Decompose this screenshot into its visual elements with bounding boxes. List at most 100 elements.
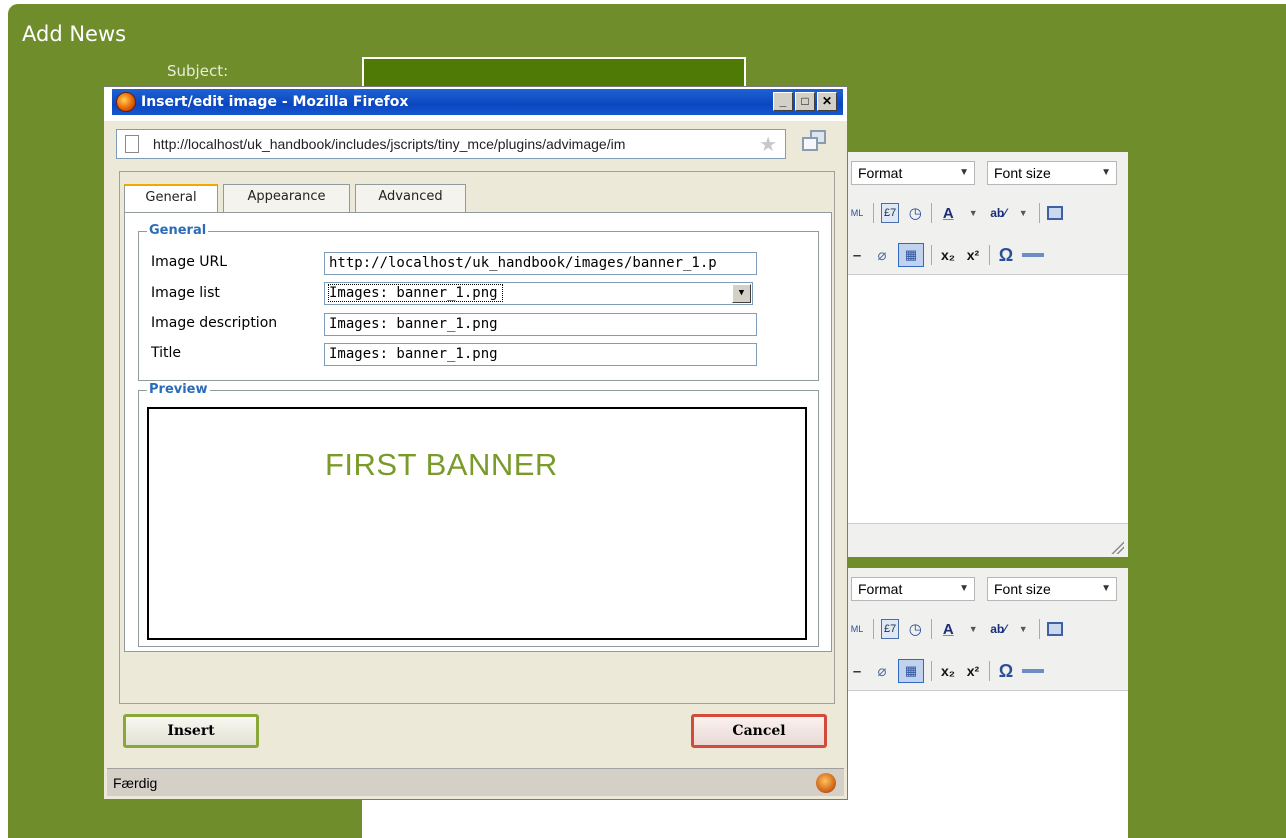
maximize-button[interactable]: □ xyxy=(795,92,815,111)
firebug-icon[interactable] xyxy=(816,773,836,793)
minimize-button[interactable]: _ xyxy=(773,92,793,111)
subject-input[interactable] xyxy=(362,57,746,89)
chevron-down-icon[interactable]: ▼ xyxy=(1014,619,1032,639)
superscript-icon[interactable]: x² xyxy=(964,661,982,681)
resize-grip-icon[interactable] xyxy=(1110,540,1124,554)
forecolor-icon[interactable]: A xyxy=(939,203,957,223)
browser-statusbar: Færdig xyxy=(107,768,844,796)
insert-button[interactable]: Insert xyxy=(123,714,259,748)
window-title: Insert/edit image - Mozilla Firefox xyxy=(141,94,409,110)
image-description-input[interactable]: Images: banner_1.png xyxy=(324,313,757,336)
cleanup-icon[interactable]: ⌀ xyxy=(873,661,891,681)
title-label: Title xyxy=(151,345,182,361)
general-panel: General Image URL http://localhost/uk_ha… xyxy=(124,212,832,652)
page-icon xyxy=(125,135,139,153)
html-icon[interactable]: ML xyxy=(848,619,866,639)
insert-date-icon[interactable]: £7 xyxy=(881,203,900,223)
fontsize-select-label: Font size xyxy=(994,581,1051,597)
superscript-icon[interactable]: x² xyxy=(964,245,982,265)
chevron-down-icon[interactable]: ▼ xyxy=(964,619,982,639)
url-text: http://localhost/uk_handbook/includes/js… xyxy=(153,136,626,152)
status-text: Færdig xyxy=(113,775,158,791)
toolbar-separator xyxy=(873,203,874,223)
title-input[interactable]: Images: banner_1.png xyxy=(324,343,757,366)
toolbar-separator xyxy=(931,661,932,681)
bookmark-star-icon[interactable]: ★ xyxy=(759,132,777,157)
chevron-down-icon[interactable]: ▼ xyxy=(732,284,751,303)
backcolor-icon[interactable]: ab⁄ xyxy=(989,619,1007,639)
chevron-down-icon: ▼ xyxy=(1101,583,1111,594)
image-list-label: Image list xyxy=(151,285,220,301)
subscript-icon[interactable]: x₂ xyxy=(939,245,957,265)
insert-time-icon[interactable]: ◷ xyxy=(906,203,924,223)
fullscreen-icon[interactable] xyxy=(1047,206,1064,220)
chevron-down-icon[interactable]: ▼ xyxy=(1014,203,1032,223)
close-button[interactable]: ✕ xyxy=(817,92,837,111)
window-front-icon xyxy=(802,137,818,151)
format-select[interactable]: Format ▼ xyxy=(851,161,975,185)
location-bar: http://localhost/uk_handbook/includes/js… xyxy=(112,121,839,161)
format-select[interactable]: Format ▼ xyxy=(851,577,975,601)
insert-time-icon[interactable]: ◷ xyxy=(906,619,924,639)
page-title: Add News xyxy=(22,22,127,46)
tab-advanced[interactable]: Advanced xyxy=(355,184,466,212)
toolbar-separator xyxy=(931,245,932,265)
charmap-icon[interactable]: Ω xyxy=(997,661,1015,681)
insert-image-popup-window: Insert/edit image - Mozilla Firefox _ □ … xyxy=(103,86,848,800)
image-preview: FIRST BANNER xyxy=(147,407,807,640)
toolbar-separator xyxy=(989,245,990,265)
table-icon[interactable]: ▦ xyxy=(898,659,924,683)
toolbar-separator xyxy=(1039,619,1041,639)
open-in-window-icon[interactable] xyxy=(802,130,826,152)
general-legend: General xyxy=(147,223,209,238)
dialog-content: General Appearance Advanced General Imag… xyxy=(119,171,835,704)
tab-appearance[interactable]: Appearance xyxy=(223,184,350,212)
chevron-down-icon[interactable]: ▼ xyxy=(964,203,982,223)
general-fieldset: General Image URL http://localhost/uk_ha… xyxy=(138,223,819,381)
image-url-label: Image URL xyxy=(151,254,228,270)
preview-legend: Preview xyxy=(147,382,210,397)
hr-icon[interactable] xyxy=(1022,253,1044,257)
image-list-value: Images: banner_1.png xyxy=(328,284,503,302)
url-field[interactable]: http://localhost/uk_handbook/includes/js… xyxy=(116,129,786,159)
dash-icon: – xyxy=(852,662,862,680)
subscript-icon[interactable]: x₂ xyxy=(939,661,957,681)
toolbar-separator xyxy=(1039,203,1041,223)
html-icon[interactable]: ML xyxy=(848,203,866,223)
image-description-label: Image description xyxy=(151,315,278,331)
window-titlebar[interactable]: Insert/edit image - Mozilla Firefox _ □ … xyxy=(104,87,847,121)
format-select-label: Format xyxy=(858,165,903,181)
window-controls: _ □ ✕ xyxy=(773,92,837,111)
backcolor-icon[interactable]: ab⁄ xyxy=(989,203,1007,223)
fontsize-select[interactable]: Font size ▼ xyxy=(987,161,1117,185)
subject-label: Subject: xyxy=(167,62,229,80)
tab-general[interactable]: General xyxy=(124,184,218,214)
banner-image-text: FIRST BANNER xyxy=(325,447,558,482)
toolbar-row-2: – ⌀ ▦ x₂ x² Ω xyxy=(848,242,1044,268)
toolbar-row-2: – ⌀ ▦ x₂ x² Ω xyxy=(848,658,1044,684)
chevron-down-icon: ▼ xyxy=(959,167,969,178)
table-icon[interactable]: ▦ xyxy=(898,243,924,267)
dash-icon: – xyxy=(852,246,862,264)
preview-fieldset: Preview FIRST BANNER xyxy=(138,382,819,647)
fullscreen-icon[interactable] xyxy=(1047,622,1064,636)
toolbar-separator xyxy=(873,619,874,639)
hr-icon[interactable] xyxy=(1022,669,1044,673)
cancel-button[interactable]: Cancel xyxy=(691,714,827,748)
chevron-down-icon: ▼ xyxy=(959,583,969,594)
fontsize-select[interactable]: Font size ▼ xyxy=(987,577,1117,601)
format-select-label: Format xyxy=(858,581,903,597)
image-list-select[interactable]: Images: banner_1.png ▼ xyxy=(324,282,753,305)
insert-date-icon[interactable]: £7 xyxy=(881,619,900,639)
toolbar-separator xyxy=(931,619,933,639)
cleanup-icon[interactable]: ⌀ xyxy=(873,245,891,265)
chevron-down-icon: ▼ xyxy=(1101,167,1111,178)
toolbar-separator xyxy=(989,661,990,681)
forecolor-icon[interactable]: A xyxy=(939,619,957,639)
image-url-input[interactable]: http://localhost/uk_handbook/images/bann… xyxy=(324,252,757,275)
firefox-logo-icon xyxy=(116,92,136,112)
toolbar-separator xyxy=(931,203,933,223)
toolbar-row-1: ML £7 ◷ A ▼ ab⁄ ▼ xyxy=(848,616,1064,642)
charmap-icon[interactable]: Ω xyxy=(997,245,1015,265)
toolbar-row-1: ML £7 ◷ A ▼ ab⁄ ▼ xyxy=(848,200,1064,226)
